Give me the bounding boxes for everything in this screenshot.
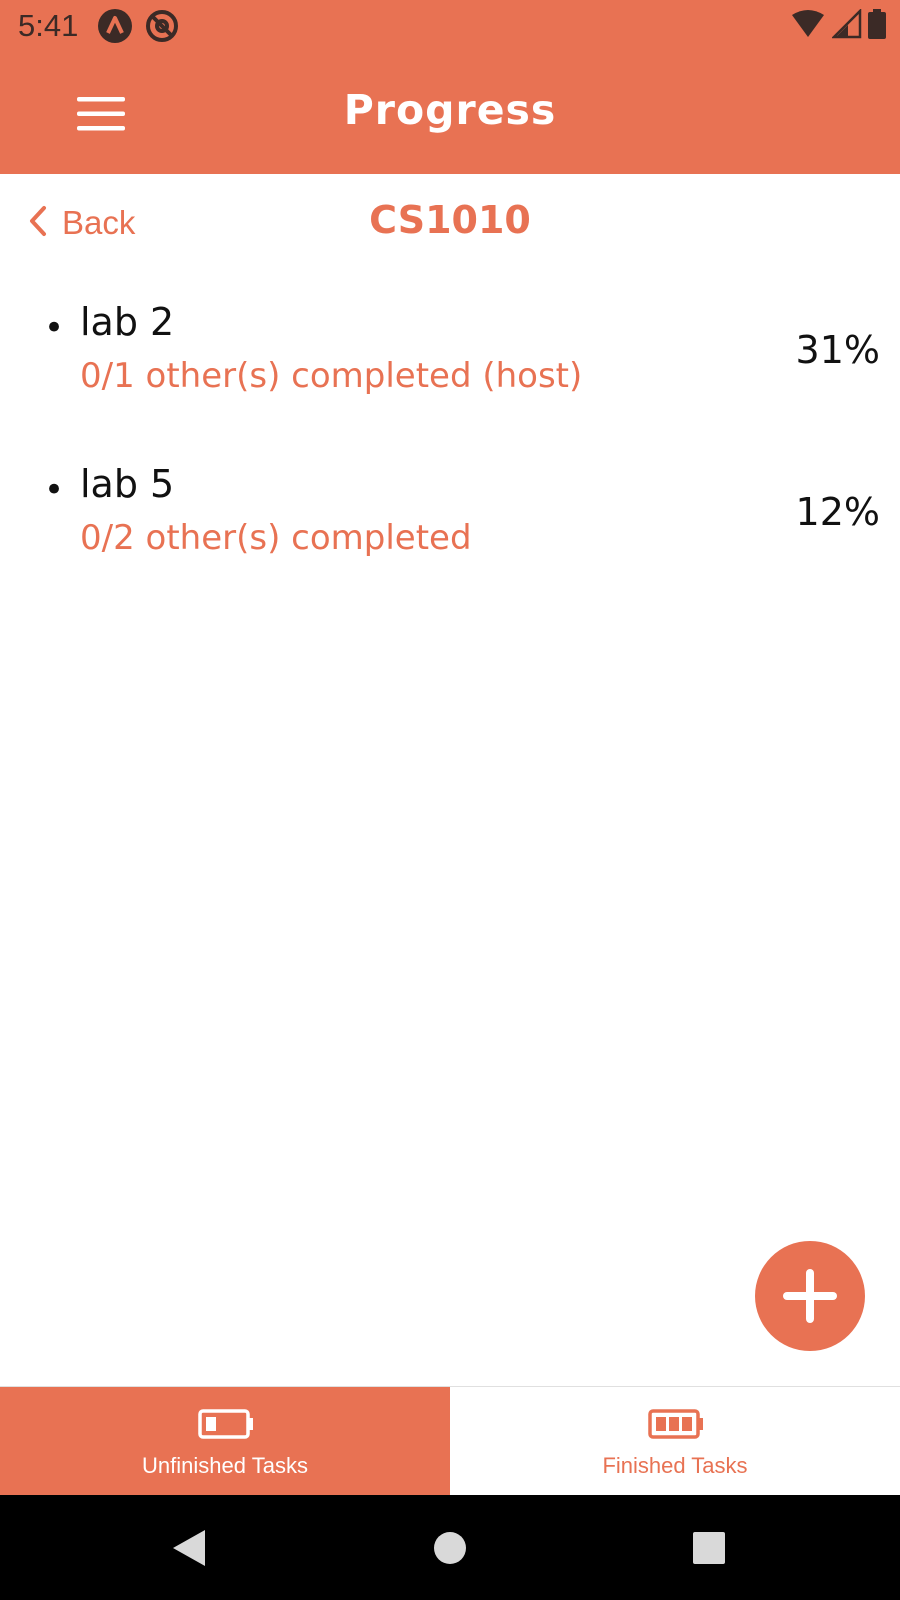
wifi-icon bbox=[790, 9, 826, 43]
bullet: • bbox=[44, 308, 65, 348]
nav-back-button[interactable] bbox=[164, 1523, 214, 1573]
circle-home-icon bbox=[434, 1532, 466, 1564]
task-name: lab 5 bbox=[80, 462, 175, 506]
nav-home-button[interactable] bbox=[425, 1523, 475, 1573]
task-item[interactable]: • lab 5 0/2 other(s) completed 12% bbox=[44, 458, 880, 588]
square-recents-icon bbox=[693, 1532, 725, 1564]
battery-low-icon bbox=[198, 1409, 254, 1439]
app-notification-icon bbox=[97, 8, 133, 44]
tab-finished-tasks[interactable]: Finished Tasks bbox=[450, 1387, 900, 1496]
page-title: Progress bbox=[343, 86, 557, 134]
tab-unfinished-tasks[interactable]: Unfinished Tasks bbox=[0, 1387, 450, 1496]
system-nav-bar bbox=[0, 1495, 900, 1600]
status-icons bbox=[790, 7, 886, 43]
task-progress-percent: 12% bbox=[795, 490, 880, 534]
triangle-back-icon bbox=[173, 1530, 205, 1566]
task-name: lab 2 bbox=[80, 300, 175, 344]
bottom-tab-bar: Unfinished Tasks Finished Tasks bbox=[0, 1386, 900, 1496]
task-completion-status: 0/2 other(s) completed bbox=[80, 518, 472, 558]
at-sign-icon bbox=[144, 8, 180, 44]
battery-icon bbox=[868, 9, 886, 43]
cell-signal-icon bbox=[830, 7, 862, 43]
tab-label: Finished Tasks bbox=[602, 1453, 748, 1478]
add-task-button[interactable] bbox=[755, 1241, 865, 1351]
task-completion-status: 0/1 other(s) completed (host) bbox=[80, 356, 583, 396]
app-bar: 5:41 Progress bbox=[0, 0, 900, 174]
task-item[interactable]: • lab 2 0/1 other(s) completed (host) 31… bbox=[44, 296, 880, 426]
bullet: • bbox=[44, 470, 65, 510]
nav-recents-button[interactable] bbox=[684, 1523, 734, 1573]
task-progress-percent: 31% bbox=[795, 328, 880, 372]
tab-label: Unfinished Tasks bbox=[142, 1453, 308, 1478]
battery-full-icon bbox=[648, 1409, 704, 1439]
status-time: 5:41 bbox=[18, 8, 79, 43]
plus-icon bbox=[783, 1269, 837, 1323]
course-title: CS1010 bbox=[369, 198, 531, 242]
app-screen: 5:41 Progress Back CS1010 • lab 2 0/1 ot… bbox=[0, 0, 900, 1600]
